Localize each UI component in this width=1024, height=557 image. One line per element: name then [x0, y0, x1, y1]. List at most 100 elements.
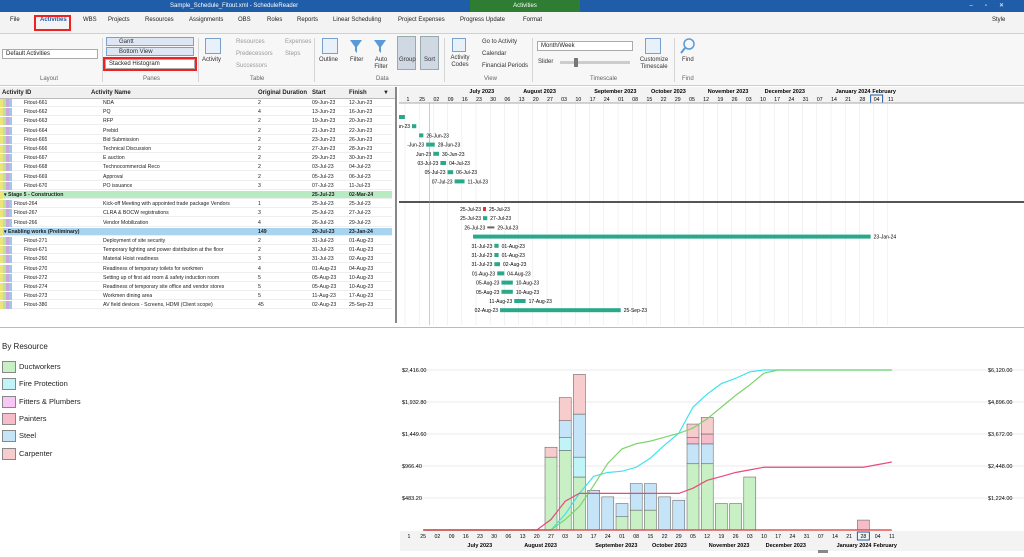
activity-bar[interactable]: [399, 115, 405, 119]
activity-bar[interactable]: [473, 234, 871, 239]
tab-reports[interactable]: Reports: [297, 17, 318, 23]
tab-linear-scheduling[interactable]: Linear Scheduling: [333, 17, 381, 23]
style-menu[interactable]: Style: [992, 17, 1005, 23]
resources-button[interactable]: Resources: [236, 39, 265, 45]
table-row[interactable]: Fitout-664 Prebid 2 21-Jun-23 22-Jun-23: [0, 126, 392, 135]
activity-codes-icon[interactable]: [452, 38, 466, 52]
table-row[interactable]: Fitout-271 Deployment of site security 2 31…: [0, 237, 392, 245]
timescale-dropdown[interactable]: Month/Week: [537, 41, 633, 51]
outline-button[interactable]: Outline: [319, 57, 338, 63]
window-controls[interactable]: –▫✕: [970, 2, 1017, 9]
table-row[interactable]: Fitout-273 Workmen dining area 5 11-Aug-23 1…: [0, 292, 392, 301]
bottom-view-toggle[interactable]: Bottom View: [106, 47, 194, 56]
table-row[interactable]: Fitout-671 Temporary lighting and power d…: [0, 246, 392, 255]
activity-bar[interactable]: [494, 262, 501, 267]
activity-bar[interactable]: [514, 299, 526, 303]
table-row[interactable]: Fitout-670 PO issuance 3 07-Jul-23 11-Jul-23: [0, 181, 392, 190]
activity-bar[interactable]: [433, 151, 439, 156]
customize-timescale-button[interactable]: Customize Timescale: [638, 57, 670, 71]
table-row[interactable]: Fitout-668 Technocommercial Reco 2 03-Jul-2…: [0, 163, 392, 172]
search-icon[interactable]: [680, 37, 696, 55]
filter-arrow-icon[interactable]: ▼: [383, 90, 389, 96]
table-row[interactable]: Fitout-669 Approval 2 05-Jul-23 06-Jul-23: [0, 172, 392, 181]
activity-bar[interactable]: [426, 142, 435, 147]
table-row[interactable]: Fitout-663 RFP 2 19-Jun-23 20-Jun-23: [0, 117, 392, 126]
tab-wbs[interactable]: WBS: [83, 17, 97, 23]
tab-resources[interactable]: Resources: [145, 17, 174, 23]
activity-bar[interactable]: [494, 253, 499, 257]
group-row[interactable]: ▾ Enabling works (Preliminary) 149 20-Jul-…: [0, 227, 392, 236]
tab-format[interactable]: Format: [523, 17, 542, 23]
activity-bar[interactable]: [419, 133, 424, 138]
filter-button[interactable]: Filter: [350, 57, 363, 63]
timescale-slider[interactable]: [560, 58, 630, 67]
table-row[interactable]: Fitout-267 CLRA & BOCW registrations 3 25-J…: [0, 209, 392, 218]
customize-timescale-icon[interactable]: [645, 38, 661, 54]
outline-icon[interactable]: [322, 38, 338, 54]
financial-periods-button[interactable]: Financial Periods: [482, 63, 528, 69]
steps-button[interactable]: Steps: [285, 51, 300, 57]
activity-bar[interactable]: [412, 124, 417, 129]
histogram-bar-segment: [700, 443, 714, 465]
tab-file[interactable]: File: [10, 17, 20, 23]
layout-dropdown[interactable]: Default Activities: [2, 49, 98, 59]
activity-bar[interactable]: [497, 271, 505, 276]
col-activity-id[interactable]: Activity ID: [2, 90, 31, 96]
tab-roles[interactable]: Roles: [267, 17, 282, 23]
col-activity-name[interactable]: Activity Name: [91, 90, 131, 96]
activity-codes-button[interactable]: Activity Codes: [448, 55, 472, 69]
summary-bar[interactable]: [487, 226, 495, 229]
activity-table-icon[interactable]: [205, 38, 221, 54]
week-label: 24: [605, 534, 611, 540]
sort-button[interactable]: [420, 36, 439, 70]
activity-button[interactable]: Activity: [202, 57, 221, 63]
auto-filter-button[interactable]: Auto Filter: [370, 57, 392, 71]
calendar-button[interactable]: Calendar: [482, 51, 506, 57]
activity-bar[interactable]: [483, 216, 488, 221]
cell-activity-name: Setting up of first aid room & safety in…: [103, 274, 220, 281]
tab-project-expenses[interactable]: Project Expenses: [398, 17, 445, 23]
activity-bar[interactable]: [483, 207, 486, 211]
go-to-activity-button[interactable]: Go to Activity: [482, 39, 517, 45]
predecessors-button[interactable]: Predecessors: [236, 51, 273, 57]
activity-bar[interactable]: [447, 170, 454, 175]
tab-projects[interactable]: Projects: [108, 17, 130, 23]
week-label: 02: [435, 534, 441, 540]
table-row[interactable]: Fitout-266 Vendor Mobilization 4 26-Jul-23 2…: [0, 218, 392, 227]
activity-bar[interactable]: [501, 280, 513, 285]
activity-bar[interactable]: [440, 161, 447, 165]
table-row[interactable]: Fitout-666 Technical Discussion 2 27-Jun-23…: [0, 145, 392, 153]
tab-obs[interactable]: OBS: [238, 17, 251, 23]
activity-bar[interactable]: [500, 308, 621, 313]
activity-bar[interactable]: [454, 179, 465, 184]
successors-button[interactable]: Successors: [236, 63, 267, 69]
table-row[interactable]: Fitout-662 PQ 4 13-Jun-23 16-Jun-23: [0, 108, 392, 117]
expenses-button[interactable]: Expenses: [285, 39, 311, 45]
table-row[interactable]: Fitout-274 Readiness of temporary site of…: [0, 283, 392, 291]
col-start[interactable]: Start: [312, 90, 326, 96]
table-row[interactable]: Fitout-260 Material Hoist readiness 3 31-Ju…: [0, 255, 392, 264]
table-row[interactable]: Fitout-264 Kick-off Meeting with appointe…: [0, 200, 392, 209]
auto-filter-icon[interactable]: [373, 38, 387, 54]
group-row[interactable]: ▾ Stage 5 - Construction 25-Jul-23 02-Mar-…: [0, 191, 392, 199]
group-button[interactable]: [397, 36, 416, 70]
week-label: 28: [861, 534, 867, 540]
table-row[interactable]: Fitout-270 Readiness of temporary toilets…: [0, 264, 392, 273]
horizontal-scrollbar[interactable]: [818, 550, 828, 553]
cell-finish: 28-Jun-23: [349, 146, 373, 152]
table-row[interactable]: Fitout-272 Setting up of first aid room &…: [0, 273, 392, 282]
tab-progress-update[interactable]: Progress Update: [460, 17, 505, 23]
activity-bar[interactable]: [501, 289, 513, 294]
cell-activity-name: Material Hoist readiness: [103, 256, 159, 263]
table-row[interactable]: Fitout-380 AV field devices - Screens, HD…: [0, 301, 392, 310]
table-row[interactable]: Fitout-661 NDA 2 09-Jun-23 12-Jun-23: [0, 99, 392, 107]
gantt-toggle[interactable]: Gantt: [106, 37, 194, 46]
col-finish[interactable]: Finish: [349, 90, 367, 96]
tab-assignments[interactable]: Assignments: [189, 17, 223, 23]
filter-icon[interactable]: [349, 38, 363, 54]
activity-bar[interactable]: [494, 243, 499, 248]
table-row[interactable]: Fitout-665 Bid Submission 2 23-Jun-23 26-Jun…: [0, 135, 392, 144]
col-original-duration[interactable]: Original Duration: [258, 90, 307, 96]
find-button[interactable]: Find: [682, 57, 694, 63]
table-row[interactable]: Fitout-667 E auction 2 29-Jun-23 30-Jun-23: [0, 154, 392, 163]
